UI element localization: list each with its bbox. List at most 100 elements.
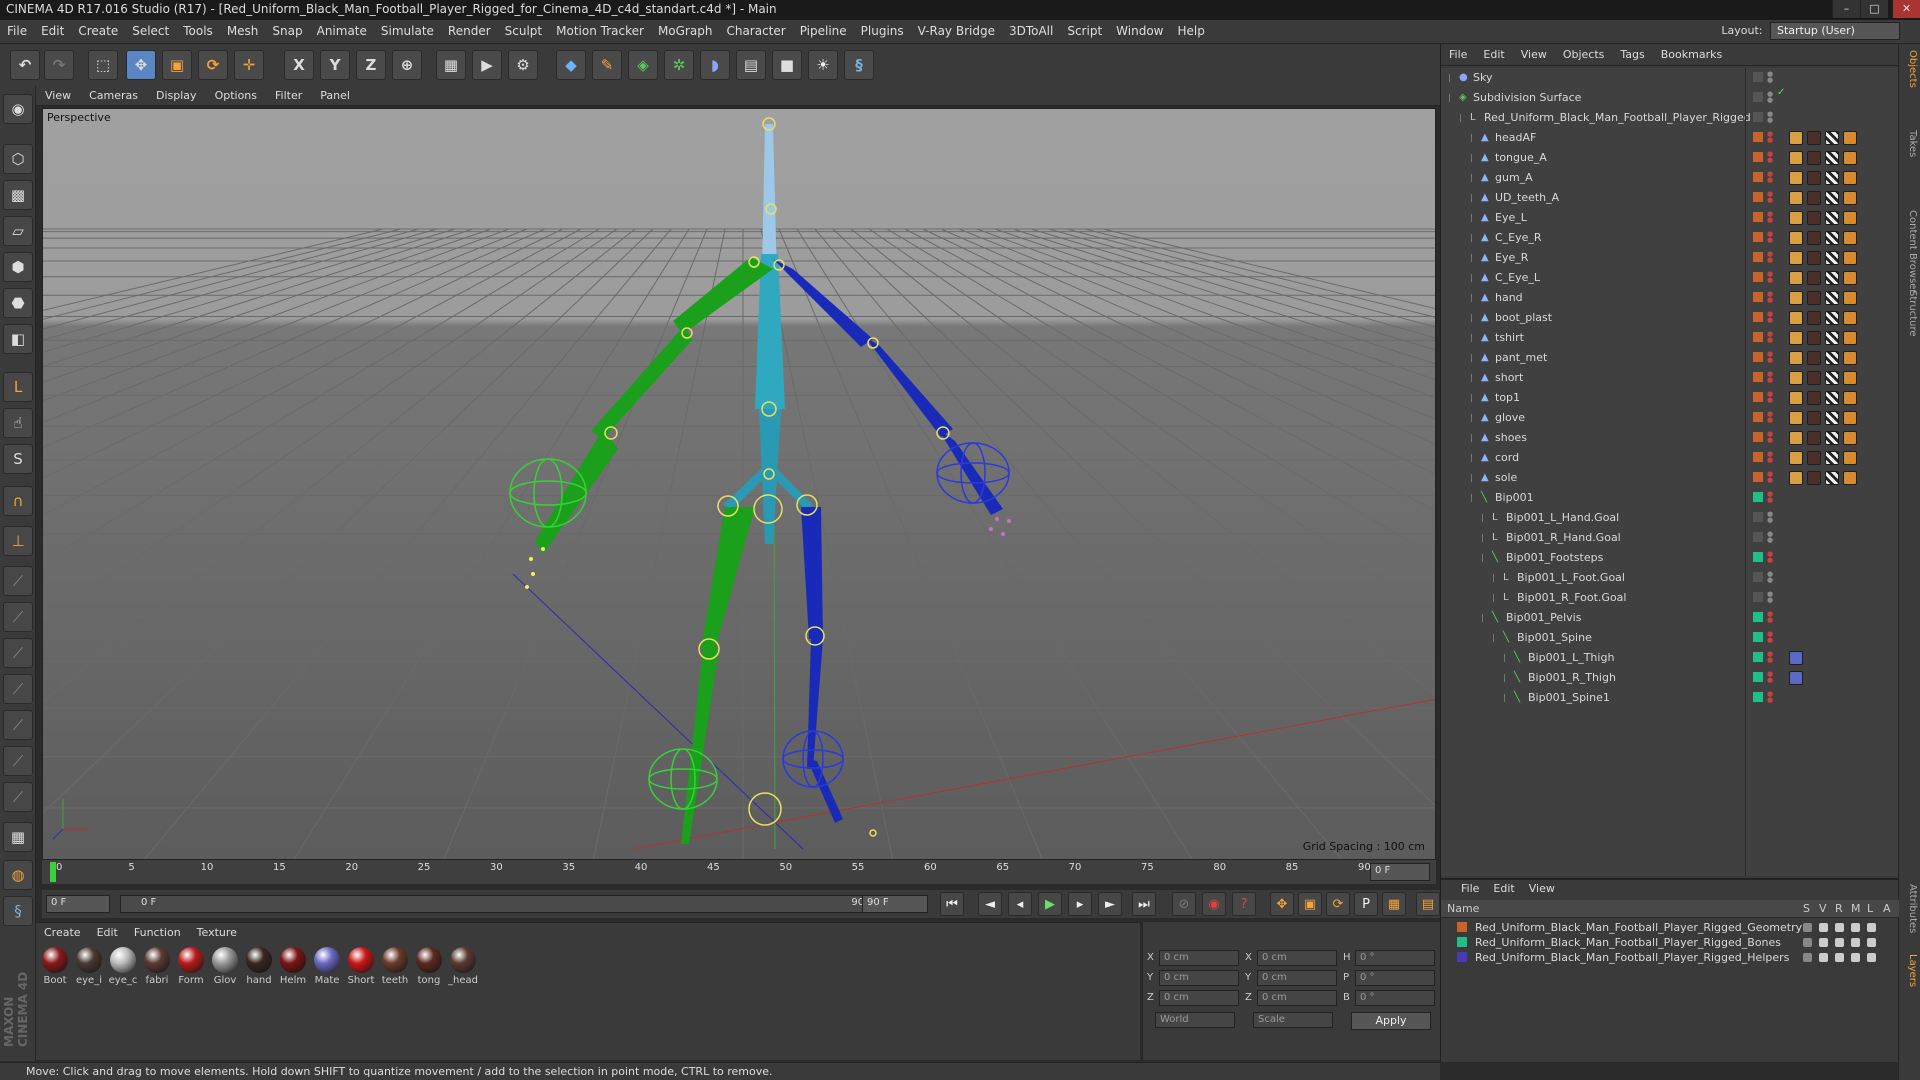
object-tag-icon[interactable] — [1825, 131, 1839, 145]
visibility-dots-icon[interactable]: ● ● — [1767, 191, 1773, 204]
object-menu-objects[interactable]: Objects — [1555, 44, 1613, 61]
material-swatch[interactable]: tong — [414, 947, 444, 986]
menu-sculpt[interactable]: Sculpt — [498, 20, 549, 44]
object-row[interactable]: ╲ Bip001_Pelvis ● ● — [1441, 608, 1899, 628]
make-editable-icon[interactable]: ◉ — [3, 94, 33, 124]
object-tag-icon[interactable] — [1807, 271, 1821, 285]
layer-solo-icon[interactable] — [1803, 953, 1812, 962]
tree-expander-icon[interactable] — [1471, 174, 1477, 182]
object-tag-icon[interactable] — [1825, 271, 1839, 285]
visibility-dots-icon[interactable]: ● ● — [1767, 311, 1773, 324]
size-y-field[interactable]: 0 cm — [1257, 970, 1337, 986]
object-tag-icon[interactable] — [1825, 371, 1839, 385]
axis-mode-icon[interactable]: L — [3, 372, 33, 402]
size-x-field[interactable]: 0 cm — [1257, 950, 1337, 966]
tree-expander-icon[interactable] — [1504, 694, 1510, 702]
go-to-end-icon[interactable]: ⏭ — [1132, 892, 1156, 916]
object-row[interactable]: ▲ hand ● ● — [1441, 288, 1899, 308]
layer-color-box[interactable] — [1753, 72, 1763, 82]
object-tag-icon[interactable] — [1843, 131, 1857, 145]
timeline-ruler[interactable]: 0 F 0 5 10 15 20 25 30 35 40 45 50 55 60 65 70 75 80 85 90 — [42, 860, 1436, 884]
visibility-dots-icon[interactable]: ● ● — [1767, 251, 1773, 264]
visibility-dots-icon[interactable]: ● ● — [1767, 491, 1773, 504]
key-position-icon[interactable]: ✥ — [1270, 892, 1294, 916]
object-tag-icon[interactable] — [1789, 271, 1803, 285]
viewport-menu-view[interactable]: View — [36, 86, 80, 102]
object-row[interactable]: ▲ pant_met ● ● — [1441, 348, 1899, 368]
menu-help[interactable]: Help — [1170, 20, 1211, 44]
object-tag-icon[interactable] — [1825, 191, 1839, 205]
visibility-dots-icon[interactable]: ● ● — [1767, 331, 1773, 344]
layer-color-box[interactable] — [1753, 292, 1763, 302]
layer-color-box[interactable] — [1753, 432, 1763, 442]
object-menu-edit[interactable]: Edit — [1475, 44, 1512, 61]
object-tag-icon[interactable] — [1807, 291, 1821, 305]
layer-color-swatch[interactable] — [1457, 952, 1467, 962]
layer-color-box[interactable] — [1753, 532, 1763, 542]
layer-color-box[interactable] — [1753, 552, 1763, 562]
object-tag-icon[interactable] — [1825, 291, 1839, 305]
camera-icon[interactable]: ■ — [772, 50, 802, 80]
visibility-dots-icon[interactable]: ● ● — [1767, 651, 1773, 664]
rot-p-field[interactable]: 0 ° — [1355, 970, 1435, 986]
object-row[interactable]: ▲ UD_teeth_A ● ● — [1441, 188, 1899, 208]
visibility-dots-icon[interactable]: ● ● — [1767, 511, 1773, 524]
side-tab-takes[interactable]: Takes — [1902, 130, 1918, 157]
layer-visible-icon[interactable] — [1819, 938, 1828, 947]
coordinate-system-icon[interactable]: ⊕ — [392, 50, 422, 80]
visibility-dots-icon[interactable]: ● ● — [1767, 351, 1773, 364]
ik-tag-icon[interactable] — [1789, 671, 1803, 685]
object-tag-icon[interactable] — [1789, 171, 1803, 185]
material-menu-create[interactable]: Create — [36, 923, 89, 942]
layer-color-box[interactable] — [1753, 412, 1763, 422]
visibility-dots-icon[interactable]: ● ● — [1767, 631, 1773, 644]
size-mode-dropdown[interactable]: Scale — [1253, 1012, 1333, 1028]
object-row[interactable]: ▲ tshirt ● ● — [1441, 328, 1899, 348]
subdivision-icon[interactable]: ◈ — [628, 50, 658, 80]
layer-color-box[interactable] — [1753, 392, 1763, 402]
object-tag-icon[interactable] — [1825, 151, 1839, 165]
autokey-icon[interactable]: ? — [1232, 892, 1256, 916]
viewport-menu-panel[interactable]: Panel — [311, 86, 359, 102]
layer-color-swatch[interactable] — [1457, 922, 1467, 932]
object-tag-icon[interactable] — [1807, 171, 1821, 185]
object-row[interactable]: ▲ tongue_A ● ● — [1441, 148, 1899, 168]
menu-3dtoall[interactable]: 3DToAll — [1002, 20, 1060, 44]
deformer-icon[interactable]: ◗ — [700, 50, 730, 80]
tweak-mode-icon[interactable]: ☝ — [3, 408, 33, 438]
material-swatch[interactable]: _head — [448, 947, 478, 986]
next-key-icon[interactable]: ► — [1098, 892, 1122, 916]
object-tag-icon[interactable] — [1825, 331, 1839, 345]
side-tab-structure[interactable]: Structure — [1902, 290, 1918, 337]
total-frames-field[interactable]: 90 F — [862, 895, 928, 913]
column-divider[interactable] — [1745, 68, 1746, 876]
object-tag-icon[interactable] — [1825, 311, 1839, 325]
tree-expander-icon[interactable] — [1482, 614, 1488, 622]
layer-menu-file[interactable]: File — [1441, 882, 1487, 895]
object-menu-view[interactable]: View — [1513, 44, 1555, 61]
object-tag-icon[interactable] — [1789, 191, 1803, 205]
pen-spline-icon[interactable]: ✎ — [592, 50, 622, 80]
pos-y-field[interactable]: 0 cm — [1159, 970, 1239, 986]
menu-snap[interactable]: Snap — [265, 20, 309, 44]
material-swatch[interactable]: hand — [244, 947, 274, 986]
workplane-icon[interactable]: ▱ — [3, 216, 33, 246]
object-row[interactable]: L Bip001_R_Foot.Goal ● ● — [1441, 588, 1899, 608]
object-menu-tags[interactable]: Tags — [1612, 44, 1652, 61]
model-mode-icon[interactable]: ⬡ — [3, 144, 33, 174]
object-row[interactable]: ▲ top1 ● ● — [1441, 388, 1899, 408]
tree-expander-icon[interactable] — [1471, 454, 1477, 462]
menu-file[interactable]: File — [0, 20, 34, 44]
object-tag-icon[interactable] — [1843, 231, 1857, 245]
tree-expander-icon[interactable] — [1471, 274, 1477, 282]
layer-color-box[interactable] — [1753, 652, 1763, 662]
grid-icon[interactable]: ▦ — [3, 822, 33, 852]
tree-expander-icon[interactable] — [1504, 674, 1510, 682]
object-row[interactable]: L Bip001_L_Foot.Goal ● ● — [1441, 568, 1899, 588]
visibility-dots-icon[interactable]: ● ● — [1767, 291, 1773, 304]
current-frame-field[interactable]: 0 F — [46, 895, 110, 913]
ik-tag-icon[interactable] — [1789, 651, 1803, 665]
menu-script[interactable]: Script — [1060, 20, 1109, 44]
tree-expander-icon[interactable] — [1504, 654, 1510, 662]
layer-color-box[interactable] — [1753, 612, 1763, 622]
